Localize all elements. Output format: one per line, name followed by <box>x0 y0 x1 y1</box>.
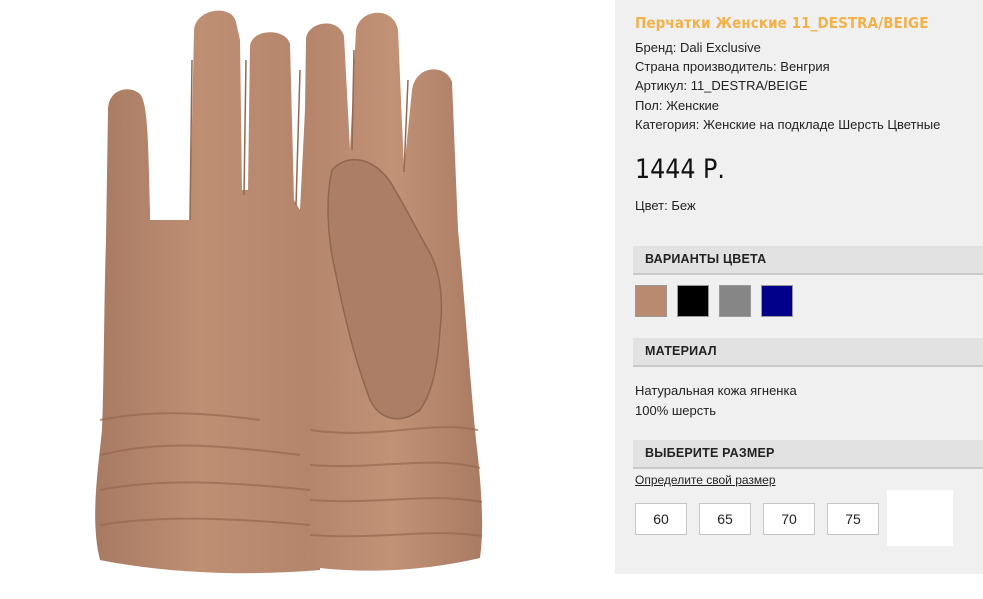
category-line: Категория: Женские на подкладе Шерсть Цв… <box>635 116 941 132</box>
size-guide-link[interactable]: Определите свой размер <box>635 473 776 487</box>
gender-line: Пол: Женские <box>635 97 720 113</box>
swatch-grey[interactable] <box>719 285 751 317</box>
country-line: Страна производитель: Венгрия <box>635 59 830 75</box>
size-button-70[interactable]: 70 <box>763 503 815 535</box>
size-heading: ВЫБЕРИТЕ РАЗМЕР <box>645 446 775 460</box>
article-line: Артикул: 11_DESTRA/BEIGE <box>635 78 808 94</box>
material-text: Натуральная кожа ягненка 100% шерсть <box>635 381 797 420</box>
product-meta: Бренд: Dali Exclusive Страна производите… <box>635 38 940 134</box>
brand-line: Бренд: Dali Exclusive <box>635 40 761 55</box>
current-color: Цвет: Беж <box>635 198 696 213</box>
material-header: МАТЕРИАЛ <box>633 338 983 367</box>
swatch-blue[interactable] <box>761 285 793 317</box>
material-line-2: 100% шерсть <box>635 402 716 418</box>
color-variants-heading: ВАРИАНТЫ ЦВЕТА <box>645 252 767 266</box>
glove-image <box>95 10 483 574</box>
material-line-1: Натуральная кожа ягненка <box>635 383 797 398</box>
material-heading: МАТЕРИАЛ <box>645 344 717 358</box>
swatch-beige[interactable] <box>635 285 667 317</box>
color-variants-header: ВАРИАНТЫ ЦВЕТА <box>633 246 983 275</box>
product-title: Перчатки Женские 11_DESTRA/BEIGE <box>635 14 929 32</box>
size-button-65[interactable]: 65 <box>699 503 751 535</box>
size-button-75[interactable]: 75 <box>827 503 879 535</box>
product-details-panel: Перчатки Женские 11_DESTRA/BEIGE Бренд: … <box>615 0 983 574</box>
product-price: 1444 Р. <box>635 154 725 185</box>
product-photo[interactable] <box>0 0 615 599</box>
blank-box <box>887 490 953 546</box>
size-header: ВЫБЕРИТЕ РАЗМЕР <box>633 440 983 469</box>
swatch-black[interactable] <box>677 285 709 317</box>
size-button-60[interactable]: 60 <box>635 503 687 535</box>
